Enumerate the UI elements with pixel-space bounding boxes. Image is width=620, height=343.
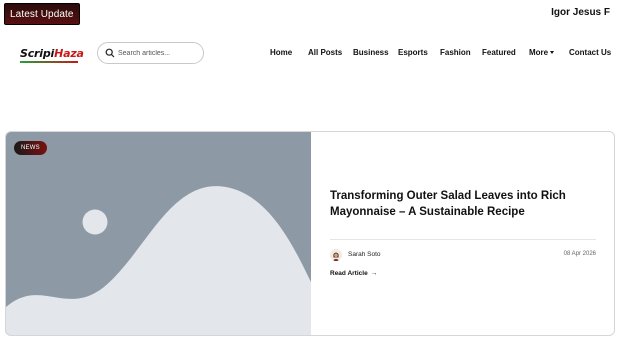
category-badge[interactable]: NEWS [14,141,47,155]
search-box[interactable] [97,42,204,64]
chevron-down-icon [550,51,555,54]
article-body: Transforming Outer Salad Leaves into Ric… [330,132,600,335]
nav-contact-us[interactable]: Contact Us [569,48,611,57]
nav-featured[interactable]: Featured [482,48,516,57]
nav-more-label: More [529,48,549,57]
top-bar: Latest Update Igor Jesus F [0,0,620,28]
latest-update-button[interactable]: Latest Update [4,3,80,25]
article-title[interactable]: Transforming Outer Salad Leaves into Ric… [330,188,598,220]
divider [330,239,596,240]
featured-article-card[interactable]: NEWS Transforming Outer Salad Leaves int… [5,131,615,336]
main-header: ScripiHaza Home All Posts Business Espor… [0,40,620,70]
nav-home[interactable]: Home [270,48,292,57]
image-placeholder-icon [6,186,311,335]
logo-text-part2: Haza [54,47,84,60]
read-article-label: Read Article [330,270,368,277]
nav-fashion[interactable]: Fashion [440,48,471,57]
nav-business[interactable]: Business [353,48,389,57]
nav-more[interactable]: More [529,48,555,57]
logo-text-part1: Scripi [20,47,55,60]
article-image[interactable]: NEWS [6,132,311,335]
search-input[interactable] [118,46,198,60]
author-name[interactable]: Sarah Soto [348,251,381,258]
arrow-right-icon: → [370,270,378,277]
author-avatar-icon [330,250,342,261]
nav-esports[interactable]: Esports [398,48,428,57]
search-icon [105,48,115,58]
site-logo[interactable]: ScripiHaza [20,47,84,60]
read-article-link[interactable]: Read Article → [330,270,377,277]
user-name[interactable]: Igor Jesus F [551,7,610,18]
nav-all-posts[interactable]: All Posts [308,48,342,57]
logo-underline [20,61,78,63]
publish-date: 08 Apr 2026 [563,251,596,257]
avatar [330,249,342,261]
